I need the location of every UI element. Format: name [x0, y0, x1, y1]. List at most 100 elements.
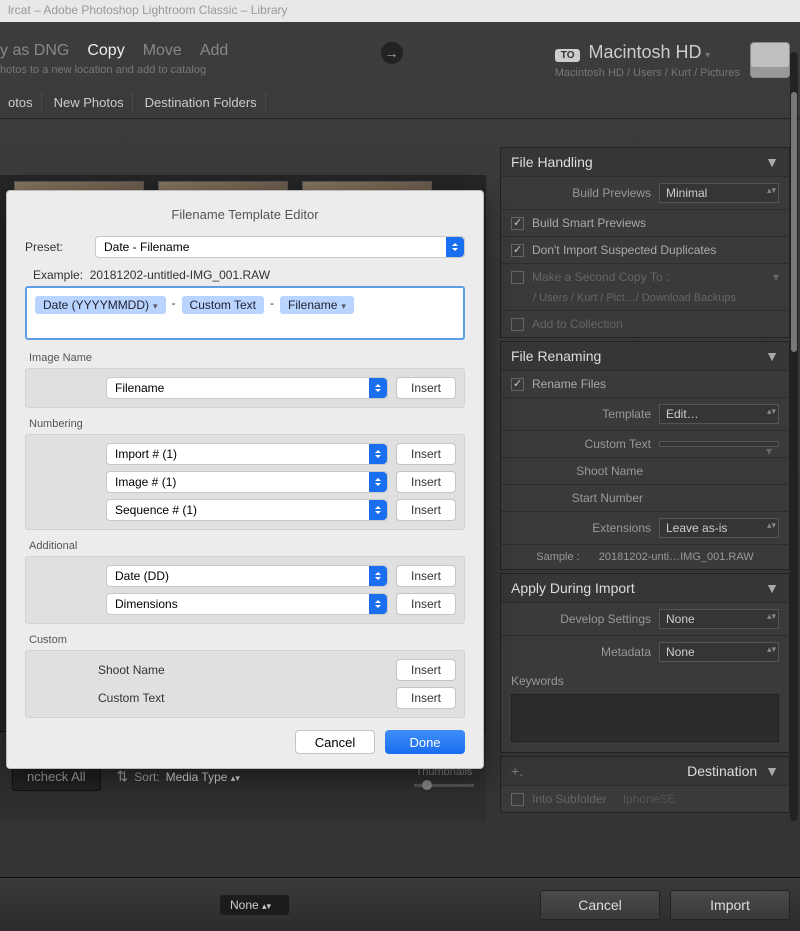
shoot-name-label: Shoot Name [34, 663, 388, 677]
template-token-field[interactable]: Date (YYYYMMDD)▾ - Custom Text - Filenam… [25, 286, 465, 340]
tab-all-photos[interactable]: otos [0, 93, 42, 112]
action-copy-as-dng[interactable]: y as DNG [0, 42, 69, 60]
date-select[interactable]: Date (DD) [106, 565, 388, 587]
to-badge: TO [555, 49, 581, 62]
import-top-toolbar: y as DNG Copy Move Add hotos to a new lo… [0, 22, 800, 87]
smart-previews-checkbox[interactable] [511, 217, 524, 230]
file-handling-panel: File Handling▼ Build Previews Minimal▴▾ … [500, 147, 790, 338]
preset-select[interactable]: Date - Filename [95, 236, 465, 258]
rename-files-label: Rename Files [532, 377, 606, 391]
sequence-number-select[interactable]: Sequence # (1) [106, 499, 388, 521]
build-previews-select[interactable]: Minimal▴▾ [659, 183, 779, 203]
template-select[interactable]: Edit…▴▾ [659, 404, 779, 424]
filename-template-editor-dialog: Filename Template Editor Preset: Date - … [6, 190, 484, 769]
apply-during-import-panel: Apply During Import▼ Develop Settings Non… [500, 573, 790, 753]
destination-panel: +.Destination▼ Into Subfolder IphoneSE [500, 756, 790, 813]
sample-value: 20181202-unti…IMG_001.RAW [599, 551, 754, 563]
extensions-label: Extensions [551, 521, 651, 535]
sort-select[interactable]: Media Type ▴▾ [166, 770, 240, 784]
destination-header[interactable]: +.Destination▼ [501, 757, 789, 785]
second-copy-checkbox[interactable] [511, 271, 524, 284]
triangle-down-icon: ▼ [765, 348, 779, 364]
dialog-title: Filename Template Editor [25, 203, 465, 236]
metadata-label: Metadata [551, 645, 651, 659]
no-duplicates-label: Don't Import Suspected Duplicates [532, 243, 716, 257]
insert-button[interactable]: Insert [396, 565, 456, 587]
preset-label: Preset: [25, 240, 85, 254]
token-custom-text[interactable]: Custom Text [182, 296, 264, 314]
token-date[interactable]: Date (YYYYMMDD)▾ [35, 296, 166, 314]
footer-import-button[interactable]: Import [670, 890, 790, 920]
file-renaming-panel: File Renaming▼ Rename Files TemplateEdit… [500, 341, 790, 570]
plus-icon[interactable]: +. [511, 763, 523, 779]
insert-button[interactable]: Insert [396, 659, 456, 681]
custom-text-label: Custom Text [34, 691, 388, 705]
destination-path: Macintosh HD / Users / Kurt / Pictures [555, 67, 740, 79]
token-separator: - [268, 296, 276, 310]
action-add[interactable]: Add [200, 42, 228, 60]
insert-button[interactable]: Insert [396, 471, 456, 493]
token-separator: - [170, 296, 178, 310]
metadata-select[interactable]: None▴▾ [659, 642, 779, 662]
triangle-down-icon: ▼ [765, 154, 779, 170]
insert-button[interactable]: Insert [396, 499, 456, 521]
shoot-name-label: Shoot Name [543, 464, 643, 478]
image-name-select[interactable]: Filename [106, 377, 388, 399]
action-hint: hotos to a new location and add to catal… [0, 64, 228, 76]
custom-text-input[interactable]: ▾ [659, 441, 779, 447]
cancel-button[interactable]: Cancel [295, 730, 375, 754]
custom-group-title: Custom [29, 634, 465, 646]
arrow-right-icon[interactable]: → [381, 42, 403, 64]
into-subfolder-checkbox[interactable] [511, 793, 524, 806]
second-copy-path: / Users / Kurt / Pict…/ Download Backups [511, 292, 736, 304]
tab-destination-folders[interactable]: Destination Folders [137, 93, 266, 112]
example-label: Example: [33, 268, 83, 282]
develop-settings-select[interactable]: None▴▾ [659, 609, 779, 629]
example-value: 20181202-untitled-IMG_001.RAW [90, 268, 270, 282]
insert-button[interactable]: Insert [396, 593, 456, 615]
rename-files-checkbox[interactable] [511, 378, 524, 391]
action-copy[interactable]: Copy [87, 42, 124, 60]
scrollbar-track[interactable] [790, 52, 798, 821]
sort-az-icon[interactable]: ⇅ [117, 768, 129, 785]
import-preset-select[interactable]: None ▴▾ [220, 895, 289, 915]
apply-during-header[interactable]: Apply During Import▼ [501, 574, 789, 602]
insert-button[interactable]: Insert [396, 377, 456, 399]
no-duplicates-checkbox[interactable] [511, 244, 524, 257]
additional-group-title: Additional [29, 540, 465, 552]
file-handling-header[interactable]: File Handling▼ [501, 148, 789, 176]
destination-drive[interactable]: Macintosh HD [588, 42, 701, 62]
source-tabs: otos New Photos Destination Folders [0, 87, 800, 119]
scrollbar-thumb[interactable] [791, 92, 797, 352]
file-renaming-header[interactable]: File Renaming▼ [501, 342, 789, 370]
token-filename[interactable]: Filename▾ [280, 296, 354, 314]
add-collection-checkbox[interactable] [511, 318, 524, 331]
insert-button[interactable]: Insert [396, 443, 456, 465]
custom-text-label: Custom Text [551, 437, 651, 451]
tab-new-photos[interactable]: New Photos [46, 93, 133, 112]
build-previews-label: Build Previews [551, 186, 651, 200]
image-number-select[interactable]: Image # (1) [106, 471, 388, 493]
extensions-select[interactable]: Leave as-is▴▾ [659, 518, 779, 538]
footer-cancel-button[interactable]: Cancel [540, 890, 660, 920]
start-number-label: Start Number [543, 491, 643, 505]
done-button[interactable]: Done [385, 730, 465, 754]
import-number-select[interactable]: Import # (1) [106, 443, 388, 465]
smart-previews-label: Build Smart Previews [532, 216, 646, 230]
triangle-down-icon[interactable]: ▾ [773, 270, 779, 284]
dimensions-select[interactable]: Dimensions [106, 593, 388, 615]
develop-settings-label: Develop Settings [551, 612, 651, 626]
keywords-input[interactable] [511, 694, 779, 742]
thumbnail-size-slider[interactable] [414, 784, 474, 787]
chevron-down-icon[interactable]: ▾ [705, 50, 710, 61]
action-move[interactable]: Move [143, 42, 182, 60]
triangle-down-icon: ▼ [765, 580, 779, 596]
keywords-label: Keywords [501, 668, 789, 688]
into-subfolder-value: IphoneSE [623, 792, 676, 806]
insert-button[interactable]: Insert [396, 687, 456, 709]
numbering-group-title: Numbering [29, 418, 465, 430]
second-copy-label: Make a Second Copy To : [532, 270, 669, 284]
right-panel: File Handling▼ Build Previews Minimal▴▾ … [500, 147, 790, 816]
into-subfolder-label: Into Subfolder [532, 792, 607, 806]
sample-label: Sample : [536, 551, 579, 563]
